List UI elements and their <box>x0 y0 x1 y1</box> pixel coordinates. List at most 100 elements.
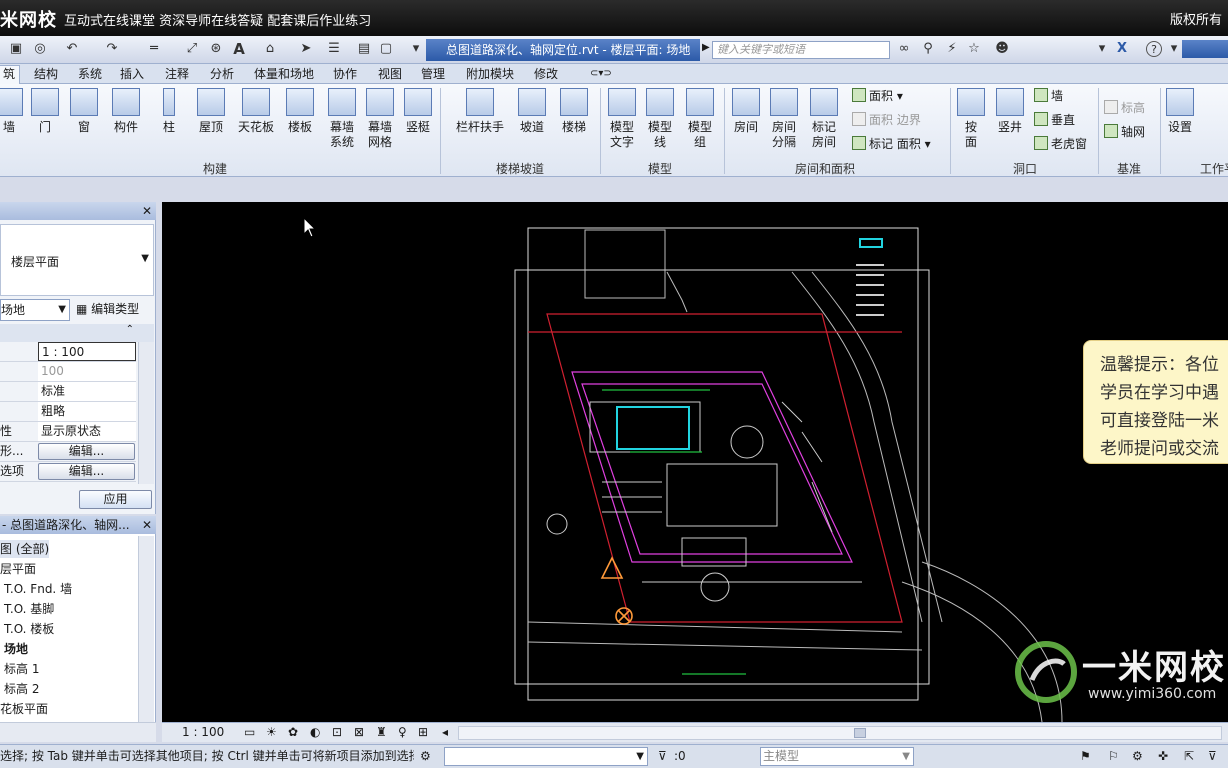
tab-collaborate[interactable]: 协作 <box>333 66 357 82</box>
detail-level-field[interactable]: 粗略 <box>38 402 136 421</box>
curtain-system-button[interactable]: 幕墙 系统 <box>326 88 358 150</box>
column-button[interactable]: 柱 <box>154 88 184 135</box>
model-text-button[interactable]: 模型 文字 <box>606 88 638 150</box>
parts-visibility-field[interactable]: 显示原状态 <box>38 422 136 441</box>
visual-style-icon[interactable]: ☀ <box>266 723 277 741</box>
temporary-hide-icon[interactable]: ♜ <box>376 723 387 741</box>
sun-path-icon[interactable]: ✿ <box>288 723 298 741</box>
tree-item-footing[interactable]: T.O. 基脚 <box>4 600 54 618</box>
tab-modify[interactable]: 修改 <box>534 66 558 82</box>
shaft-button[interactable]: 竖井 <box>994 88 1026 135</box>
collapse-group-icon[interactable]: ⌃ <box>0 324 154 342</box>
close-icon[interactable]: ✕ <box>142 202 152 220</box>
sync-icon[interactable]: ◎ <box>32 41 48 57</box>
help-icon[interactable]: ? <box>1146 41 1162 57</box>
ramp-button[interactable]: 坡道 <box>516 88 548 135</box>
detail-level-icon[interactable]: ▭ <box>244 723 255 741</box>
tab-insert[interactable]: 插入 <box>120 66 144 82</box>
analytical-icon[interactable]: ⊞ <box>418 723 428 741</box>
window-button[interactable]: 窗 <box>68 88 100 135</box>
tree-item-fnd-wall[interactable]: T.O. Fnd. 墙 <box>4 580 72 598</box>
tree-item-level-1[interactable]: 标高 1 <box>4 660 39 678</box>
select-by-face-icon[interactable]: ✜ <box>1158 745 1168 767</box>
select-links-icon[interactable]: ⚑ <box>1080 745 1091 767</box>
set-workplane-button[interactable]: 设置 <box>1164 88 1196 135</box>
tab-architecture[interactable]: 筑 <box>0 65 21 84</box>
exchange-apps-icon[interactable]: X <box>1114 41 1130 57</box>
tree-item-floor-plans[interactable]: 层平面 <box>0 560 36 578</box>
switch-windows-icon[interactable]: ▢ <box>378 41 394 57</box>
railing-button[interactable]: 栏杆扶手 <box>452 88 508 135</box>
dormer-button[interactable]: 老虎窗 <box>1034 136 1087 152</box>
filter-icon[interactable]: ⊽ <box>658 745 667 767</box>
communication-icon[interactable]: ⚡ <box>944 41 960 57</box>
show-crop-icon[interactable]: ⊠ <box>354 723 364 741</box>
thin-lines-icon[interactable]: ☰ <box>326 41 342 57</box>
model-line-button[interactable]: 模型 线 <box>644 88 676 150</box>
scale-value-field[interactable]: 100 <box>38 362 136 381</box>
workset-dropdown[interactable]: ▼ <box>444 747 648 766</box>
instance-filter-dropdown[interactable]: 场地 ▼ <box>0 299 70 321</box>
section-icon[interactable]: ➤ <box>298 41 314 57</box>
text-icon[interactable]: A <box>231 41 247 57</box>
tab-systems[interactable]: 系统 <box>78 66 102 82</box>
edit-visibility-button[interactable]: 编辑... <box>38 443 135 460</box>
display-model-field[interactable]: 标准 <box>38 382 136 401</box>
view-scale[interactable]: 1 : 100 <box>182 723 224 741</box>
tab-addins[interactable]: 附加模块 <box>466 66 514 82</box>
viewbar-more-icon[interactable]: ◂ <box>442 723 448 741</box>
workset-icon[interactable]: ⚙ <box>420 745 431 767</box>
edit-type-button[interactable]: ▦ 编辑类型 <box>76 299 154 321</box>
tree-item-slab[interactable]: T.O. 楼板 <box>4 620 54 638</box>
favorites-star-icon[interactable]: ☆ <box>966 41 982 57</box>
model-group-button[interactable]: 模型 组 <box>684 88 716 150</box>
tag-room-button[interactable]: 标记 房间 <box>808 88 840 150</box>
aligned-dimension-icon[interactable]: ⤢ <box>184 41 200 57</box>
tag-area-button[interactable]: 标记 面积 ▾ <box>852 136 931 152</box>
measure-icon[interactable]: ═ <box>146 41 162 57</box>
by-face-button[interactable]: 按 面 <box>956 88 986 150</box>
browser-scrollbar[interactable] <box>138 536 154 722</box>
select-underlay-icon[interactable]: ⚐ <box>1108 745 1119 767</box>
door-button[interactable]: 门 <box>30 88 60 135</box>
properties-scrollbar[interactable] <box>138 342 154 484</box>
save-icon[interactable]: ▣ <box>8 41 24 57</box>
room-separator-button[interactable]: 房间 分隔 <box>768 88 800 150</box>
tree-item-level-2[interactable]: 标高 2 <box>4 680 39 698</box>
tab-view[interactable]: 视图 <box>378 66 402 82</box>
tab-analyze[interactable]: 分析 <box>210 66 234 82</box>
grid-button[interactable]: 轴网 <box>1104 124 1145 140</box>
tree-item-views-all[interactable]: 图 (全部) <box>0 540 50 558</box>
tab-more-icon[interactable]: ⊂▾⊃ <box>590 66 612 82</box>
crop-view-icon[interactable]: ⊡ <box>332 723 342 741</box>
select-pinned-icon[interactable]: ⚙ <box>1132 745 1143 767</box>
vertical-opening-button[interactable]: 垂直 <box>1034 112 1075 128</box>
edit-options-button[interactable]: 编辑... <box>38 463 135 480</box>
apply-button[interactable]: 应用 <box>79 490 152 509</box>
room-button[interactable]: 房间 <box>730 88 762 135</box>
tab-structure[interactable]: 结构 <box>34 66 58 82</box>
tab-manage[interactable]: 管理 <box>421 66 445 82</box>
tree-item-site[interactable]: 场地 <box>4 640 28 658</box>
close-icon[interactable]: ✕ <box>142 516 152 534</box>
stair-button[interactable]: 楼梯 <box>558 88 590 135</box>
tab-massing-site[interactable]: 体量和场地 <box>254 66 314 82</box>
tab-annotate[interactable]: 注释 <box>165 66 189 82</box>
drag-elements-icon[interactable]: ⇱ <box>1184 745 1194 767</box>
scale-field[interactable]: 1 : 100 <box>38 342 136 361</box>
binoculars-icon[interactable]: ∞ <box>896 41 912 57</box>
tag-icon[interactable]: ⊛ <box>208 41 224 57</box>
mullion-button[interactable]: 竖梃 <box>402 88 434 135</box>
minimize-button[interactable] <box>1182 40 1228 58</box>
ceiling-button[interactable]: 天花板 <box>236 88 276 135</box>
floor-button[interactable]: 楼板 <box>284 88 316 135</box>
reveal-hidden-icon[interactable]: ♀ <box>398 723 407 741</box>
selection-filter-icon[interactable]: ⊽ <box>1208 745 1217 767</box>
component-button[interactable]: 构件 <box>108 88 144 135</box>
wall-button[interactable]: 墙 <box>0 88 24 135</box>
shadows-icon[interactable]: ◐ <box>310 723 320 741</box>
key-icon[interactable]: ⚲ <box>920 41 936 57</box>
scroll-thumb[interactable] <box>854 728 866 738</box>
curtain-grid-button[interactable]: 幕墙 网格 <box>364 88 396 150</box>
wall-opening-button[interactable]: 墙 <box>1034 88 1063 104</box>
